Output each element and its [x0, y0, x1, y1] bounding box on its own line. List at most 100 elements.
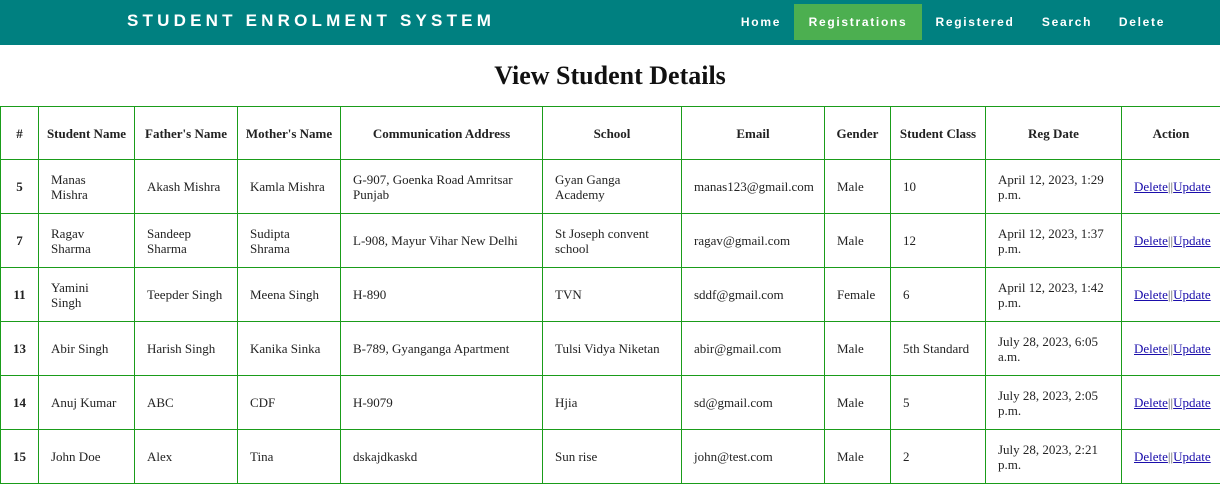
cell-email: sd@gmail.com [681, 375, 825, 430]
cell-email: manas123@gmail.com [681, 159, 825, 214]
cell-school: Gyan Ganga Academy [542, 159, 682, 214]
cell-address: dskajdkaskd [340, 429, 543, 484]
cell-school: Tulsi Vidya Niketan [542, 321, 682, 376]
header-reg-date: Reg Date [985, 106, 1122, 160]
cell-reg-date: April 12, 2023, 1:37 p.m. [985, 213, 1122, 268]
cell-address: H-9079 [340, 375, 543, 430]
cell-reg-date: July 28, 2023, 2:05 p.m. [985, 375, 1122, 430]
header-student-class: Student Class [890, 106, 986, 160]
cell-gender: Male [824, 321, 891, 376]
cell-father-name: Alex [134, 429, 238, 484]
cell-school: TVN [542, 267, 682, 322]
update-link[interactable]: Update [1173, 449, 1211, 464]
cell-father-name: ABC [134, 375, 238, 430]
delete-link[interactable]: Delete [1134, 179, 1168, 194]
delete-link[interactable]: Delete [1134, 233, 1168, 248]
nav-item-delete[interactable]: Delete [1106, 4, 1178, 40]
cell-reg-date: July 28, 2023, 2:21 p.m. [985, 429, 1122, 484]
cell-reg-date: April 12, 2023, 1:42 p.m. [985, 267, 1122, 322]
cell-student-name: Anuj Kumar [38, 375, 135, 430]
cell-mother-name: Sudipta Shrama [237, 213, 341, 268]
cell-student-name: Yamini Singh [38, 267, 135, 322]
cell-action: Delete||Update [1121, 375, 1220, 430]
cell-reg-date: July 28, 2023, 6:05 a.m. [985, 321, 1122, 376]
cell-id: 13 [0, 321, 39, 376]
table-row: 14 Anuj Kumar ABC CDF H-9079 Hjia sd@gma… [0, 375, 1220, 430]
table-row: 15 John Doe Alex Tina dskajdkaskd Sun ri… [0, 429, 1220, 484]
cell-email: john@test.com [681, 429, 825, 484]
cell-address: G-907, Goenka Road Amritsar Punjab [340, 159, 543, 214]
cell-father-name: Akash Mishra [134, 159, 238, 214]
cell-email: sddf@gmail.com [681, 267, 825, 322]
student-details-table: # Student Name Father's Name Mother's Na… [0, 106, 1220, 484]
cell-student-name: Abir Singh [38, 321, 135, 376]
app-brand-title: STUDENT ENROLMENT SYSTEM [127, 11, 496, 30]
cell-id: 11 [0, 267, 39, 322]
cell-email: ragav@gmail.com [681, 213, 825, 268]
delete-link[interactable]: Delete [1134, 449, 1168, 464]
header-gender: Gender [824, 106, 891, 160]
cell-mother-name: Kanika Sinka [237, 321, 341, 376]
nav-menu: Home Registrations Registered Search Del… [728, 4, 1178, 40]
cell-mother-name: CDF [237, 375, 341, 430]
nav-item-home[interactable]: Home [728, 4, 794, 40]
cell-father-name: Harish Singh [134, 321, 238, 376]
cell-address: L-908, Mayur Vihar New Delhi [340, 213, 543, 268]
cell-gender: Male [824, 159, 891, 214]
cell-id: 15 [0, 429, 39, 484]
header-address: Communication Address [340, 106, 543, 160]
nav-item-registrations[interactable]: Registrations [794, 4, 922, 40]
cell-address: H-890 [340, 267, 543, 322]
cell-mother-name: Kamla Mishra [237, 159, 341, 214]
cell-student-name: Ragav Sharma [38, 213, 135, 268]
cell-class: 6 [890, 267, 986, 322]
cell-school: Sun rise [542, 429, 682, 484]
cell-mother-name: Meena Singh [237, 267, 341, 322]
update-link[interactable]: Update [1173, 287, 1211, 302]
top-navbar: STUDENT ENROLMENT SYSTEM Home Registrati… [0, 0, 1220, 45]
cell-class: 12 [890, 213, 986, 268]
table-row: 13 Abir Singh Harish Singh Kanika Sinka … [0, 321, 1220, 376]
nav-item-search[interactable]: Search [1028, 4, 1106, 40]
cell-id: 14 [0, 375, 39, 430]
cell-father-name: Teepder Singh [134, 267, 238, 322]
cell-school: St Joseph convent school [542, 213, 682, 268]
update-link[interactable]: Update [1173, 233, 1211, 248]
cell-gender: Male [824, 375, 891, 430]
delete-link[interactable]: Delete [1134, 395, 1168, 410]
cell-id: 7 [0, 213, 39, 268]
cell-mother-name: Tina [237, 429, 341, 484]
nav-item-registered[interactable]: Registered [922, 4, 1028, 40]
cell-father-name: Sandeep Sharma [134, 213, 238, 268]
header-mother-name: Mother's Name [237, 106, 341, 160]
header-student-name: Student Name [38, 106, 135, 160]
cell-action: Delete||Update [1121, 267, 1220, 322]
cell-class: 5 [890, 375, 986, 430]
table-row: 5 Manas Mishra Akash Mishra Kamla Mishra… [0, 159, 1220, 214]
update-link[interactable]: Update [1173, 341, 1211, 356]
cell-class: 2 [890, 429, 986, 484]
cell-action: Delete||Update [1121, 213, 1220, 268]
header-index: # [0, 106, 39, 160]
cell-gender: Male [824, 213, 891, 268]
cell-student-name: Manas Mishra [38, 159, 135, 214]
cell-address: B-789, Gyanganga Apartment [340, 321, 543, 376]
cell-class: 5th Standard [890, 321, 986, 376]
cell-gender: Female [824, 267, 891, 322]
delete-link[interactable]: Delete [1134, 341, 1168, 356]
cell-id: 5 [0, 159, 39, 214]
cell-action: Delete||Update [1121, 429, 1220, 484]
page-title: View Student Details [494, 61, 726, 90]
cell-action: Delete||Update [1121, 159, 1220, 214]
update-link[interactable]: Update [1173, 395, 1211, 410]
cell-school: Hjia [542, 375, 682, 430]
delete-link[interactable]: Delete [1134, 287, 1168, 302]
table-row: 11 Yamini Singh Teepder Singh Meena Sing… [0, 267, 1220, 322]
header-school: School [542, 106, 682, 160]
header-father-name: Father's Name [134, 106, 238, 160]
update-link[interactable]: Update [1173, 179, 1211, 194]
cell-gender: Male [824, 429, 891, 484]
cell-class: 10 [890, 159, 986, 214]
cell-action: Delete||Update [1121, 321, 1220, 376]
header-email: Email [681, 106, 825, 160]
